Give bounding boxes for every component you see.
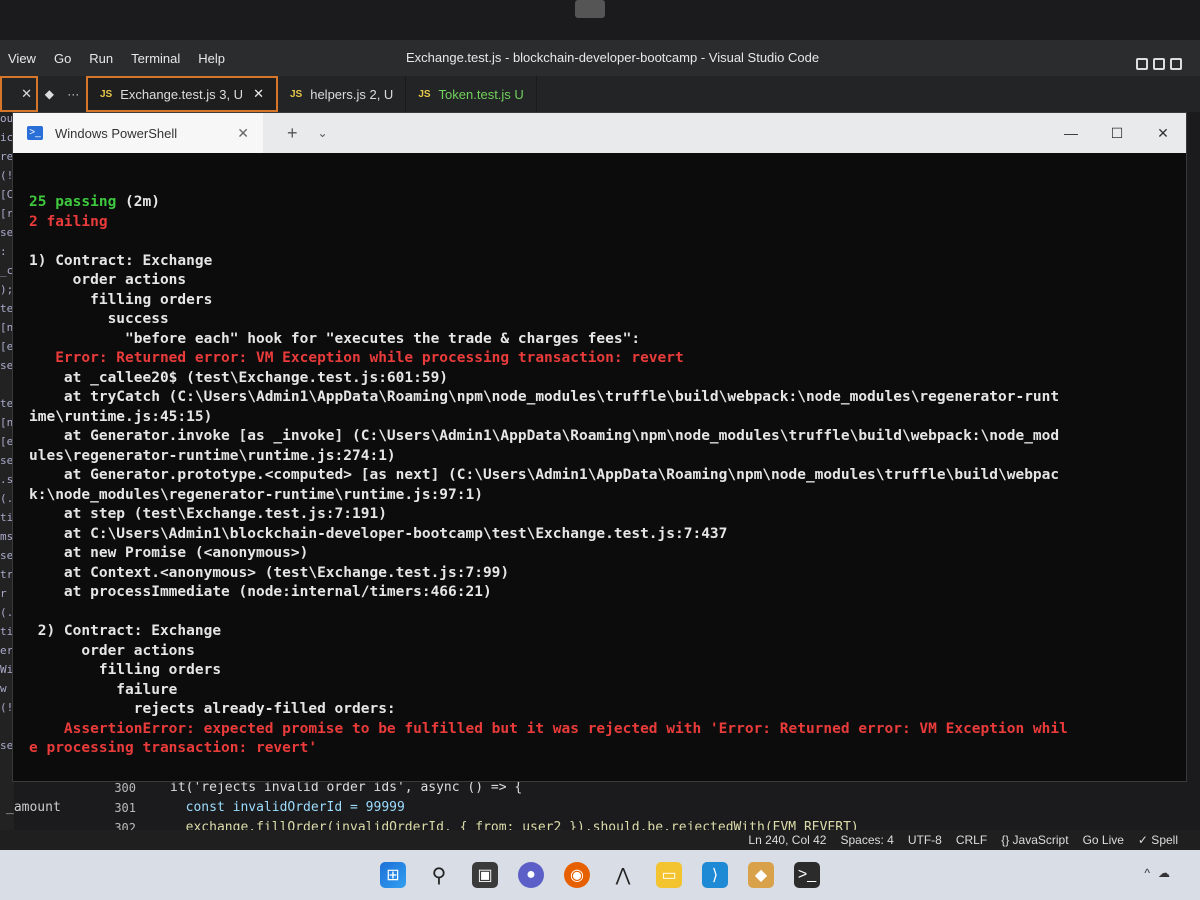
code-line[interactable]: const invalidOrderId = 99999	[170, 798, 1200, 818]
menu-item-run[interactable]: Run	[80, 51, 122, 66]
output-line: at Generator.invoke [as _invoke] (C:\Use…	[29, 428, 1060, 444]
output-line: ime\runtime.js:45:15)	[29, 408, 213, 425]
error-line: e processing transaction: revert'	[29, 740, 318, 756]
output-line: at Context.<anonymous> (test\Exchange.te…	[29, 564, 510, 581]
terminal-output[interactable]: 25 passing (2m) 2 failing 1) Contract: E…	[13, 153, 1186, 759]
output-line: k:\node_modules\regenerator-runtime\runt…	[29, 486, 483, 503]
tab-previous[interactable]: ✕	[0, 76, 38, 112]
status-item[interactable]: Ln 240, Col 42	[748, 833, 826, 847]
minimize-button[interactable]: —	[1048, 113, 1094, 153]
menu-item-terminal[interactable]: Terminal	[122, 51, 189, 66]
output-line: at tryCatch (C:\Users\Admin1\AppData\Roa…	[29, 389, 1060, 405]
search-icon[interactable]: ⚲	[426, 862, 452, 888]
menu-item-help[interactable]: Help	[189, 51, 234, 66]
status-item[interactable]: UTF-8	[908, 833, 942, 847]
status-bar: Ln 240, Col 42 Spaces: 4 UTF-8 CRLF {} JavaS…	[0, 830, 1200, 850]
window-title: Exchange.test.js - blockchain-developer-…	[406, 50, 820, 65]
webcam	[575, 0, 605, 18]
more-actions-icon[interactable]: ···	[67, 87, 79, 101]
output-line: filling orders	[29, 291, 213, 308]
error-line: Error: Returned error: VM Exception whil…	[29, 350, 684, 366]
status-item[interactable]: Go Live	[1083, 833, 1124, 847]
diamond-icon[interactable]: ◆	[45, 87, 54, 101]
terminal-tab[interactable]: >_ Windows PowerShell ✕	[13, 113, 263, 153]
tab-label: helpers.js 2, U	[310, 86, 394, 102]
tab-label: Token.test.js U	[438, 86, 524, 102]
output-line: "before each" hook for "executes the tra…	[29, 330, 641, 347]
output-line: filling orders	[29, 662, 222, 678]
predator-sense-icon[interactable]: ⋀	[610, 862, 636, 888]
package-icon[interactable]: ◆	[748, 862, 774, 888]
output-line: at new Promise (<anonymous>)	[29, 545, 309, 561]
windows-start-icon[interactable]: ⊞	[380, 862, 406, 888]
amount-label: _amount	[6, 800, 61, 815]
terminal-tab-title: Windows PowerShell	[55, 125, 178, 141]
failing-count: 2 failing	[29, 213, 108, 230]
output-line: order actions	[29, 272, 187, 288]
editor-tabs: ✕ ◆ ··· JS Exchange.test.js 3, U ✕ JS he…	[0, 76, 1200, 112]
output-line: at C:\Users\Admin1\blockchain-developer-…	[29, 525, 728, 542]
window-controls: — ☐ ✕	[1048, 113, 1186, 153]
close-icon[interactable]: ✕	[21, 86, 32, 102]
close-tab-icon[interactable]: ✕	[237, 125, 249, 142]
tab-helpers[interactable]: JS helpers.js 2, U	[278, 76, 407, 112]
output-line: 2) Contract: Exchange	[29, 623, 222, 639]
menu-item-view[interactable]: View	[0, 51, 45, 66]
output-line: rejects already-filled orders:	[29, 701, 396, 717]
status-item[interactable]: {} JavaScript	[1001, 833, 1068, 847]
javascript-file-icon: JS	[418, 88, 431, 100]
status-item[interactable]: Spaces: 4	[840, 833, 893, 847]
line-number-gutter: 300 301 302	[96, 778, 166, 838]
output-line: 1) Contract: Exchange	[29, 252, 213, 269]
new-tab-button[interactable]: +	[287, 123, 298, 144]
meet-icon[interactable]: ●	[518, 862, 544, 888]
layout-controls	[1136, 58, 1182, 70]
status-item[interactable]: CRLF	[956, 833, 987, 847]
output-line: order actions	[29, 642, 195, 659]
toggle-secondary-sidebar-icon[interactable]	[1170, 58, 1182, 70]
code-editor[interactable]: it('rejects invalid order ids', async ()…	[170, 778, 1200, 838]
close-icon[interactable]: ✕	[253, 86, 264, 102]
passing-time: (2m)	[116, 194, 160, 210]
file-explorer-icon[interactable]: ▭	[656, 862, 682, 888]
dropdown-icon[interactable]: ⌄	[318, 126, 328, 140]
toggle-primary-sidebar-icon[interactable]	[1136, 58, 1148, 70]
output-line: at _callee20$ (test\Exchange.test.js:601…	[29, 369, 449, 386]
output-line: ules\regenerator-runtime\runtime.js:274:…	[29, 447, 396, 464]
taskbar: ⊞ ⚲ ▣ ● ◉ ⋀ ▭ ⟩ ◆ >_	[0, 850, 1200, 900]
firefox-icon[interactable]: ◉	[564, 862, 590, 888]
task-view-icon[interactable]: ▣	[472, 862, 498, 888]
cloud-icon[interactable]: ☁	[1158, 866, 1170, 880]
output-line: failure	[29, 681, 178, 698]
status-item[interactable]: ✓ Spell	[1138, 833, 1178, 847]
powershell-window: >_ Windows PowerShell ✕ + ⌄ — ☐ ✕ 25 pas…	[12, 112, 1187, 782]
test-output: 1) Contract: Exchange order actions fill…	[29, 232, 1186, 759]
tab-token-test[interactable]: JS Token.test.js U	[406, 76, 537, 112]
passing-count: 25 passing	[29, 194, 117, 210]
output-line: at Generator.prototype.<computed> [as ne…	[29, 467, 1060, 483]
line-number: 301	[114, 801, 136, 815]
output-line: at processImmediate (node:internal/timer…	[29, 584, 492, 600]
system-tray: ^ ☁	[1144, 866, 1170, 880]
tab-label: Exchange.test.js 3, U	[120, 86, 244, 102]
output-line: at step (test\Exchange.test.js:7:191)	[29, 506, 387, 522]
passing-summary: 25 passing (2m)	[29, 193, 1186, 213]
close-button[interactable]: ✕	[1140, 113, 1186, 153]
error-line: AssertionError: expected promise to be f…	[29, 720, 1068, 737]
output-line: success	[29, 311, 169, 327]
tab-exchange-test[interactable]: JS Exchange.test.js 3, U ✕	[86, 76, 278, 112]
chevron-up-icon[interactable]: ^	[1144, 866, 1150, 880]
terminal-icon[interactable]: >_	[794, 862, 820, 888]
menu-item-go[interactable]: Go	[45, 51, 80, 66]
javascript-file-icon: JS	[289, 88, 303, 100]
maximize-button[interactable]: ☐	[1094, 113, 1140, 153]
toggle-panel-icon[interactable]	[1153, 58, 1165, 70]
terminal-titlebar: >_ Windows PowerShell ✕ + ⌄ — ☐ ✕	[13, 113, 1186, 153]
powershell-icon: >_	[27, 126, 43, 140]
javascript-file-icon: JS	[100, 88, 113, 100]
tab-actions: ◆ ···	[38, 76, 86, 112]
vscode-icon[interactable]: ⟩	[702, 862, 728, 888]
